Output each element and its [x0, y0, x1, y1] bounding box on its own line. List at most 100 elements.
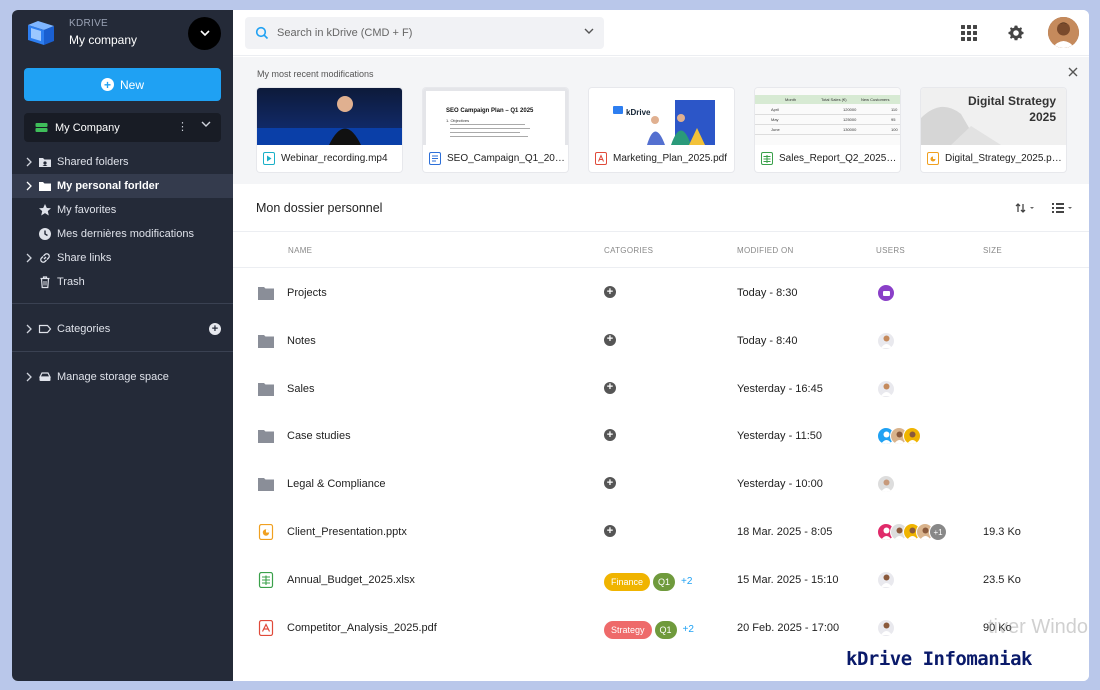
- column-header-users[interactable]: USERS: [876, 246, 905, 255]
- add-category-icon[interactable]: +: [604, 477, 616, 490]
- gear-icon[interactable]: [1007, 24, 1025, 42]
- user-avatar-more[interactable]: +1: [929, 523, 947, 541]
- column-header-modified[interactable]: MODIFIED ON: [737, 246, 794, 255]
- category-tag[interactable]: Finance: [604, 572, 651, 591]
- add-category-icon[interactable]: +: [209, 323, 221, 335]
- table-row[interactable]: Annual_Budget_2025.xlsx Finance Q1 +2 15…: [233, 556, 1089, 604]
- recent-modifications-panel: My most recent modifications Webinar_rec…: [233, 57, 1089, 184]
- file-name[interactable]: Competitor_Analysis_2025.pdf: [287, 622, 437, 634]
- sidebar-item-personal-folder[interactable]: My personal forlder: [12, 174, 233, 198]
- categories-cell: +: [604, 381, 616, 394]
- windows-activation-watermark: tiver Windo: [988, 616, 1089, 638]
- file-name[interactable]: Client_Presentation.pptx: [287, 526, 407, 538]
- chevron-right-icon[interactable]: [24, 156, 34, 168]
- chevron-right-icon[interactable]: [24, 180, 34, 192]
- user-avatar[interactable]: [877, 379, 895, 398]
- user-avatar[interactable]: [877, 331, 895, 350]
- category-tag[interactable]: Strategy: [604, 620, 652, 639]
- sidebar-item-trash[interactable]: Trash: [12, 270, 233, 294]
- drive-icon: [35, 123, 48, 132]
- file-name[interactable]: Annual_Budget_2025.xlsx: [287, 574, 415, 586]
- add-category-icon[interactable]: +: [604, 286, 616, 298]
- presentation-file-icon: [258, 524, 274, 540]
- user-avatar[interactable]: [877, 475, 895, 494]
- column-header-name[interactable]: NAME: [288, 246, 312, 255]
- recent-file-card[interactable]: Digital Strategy 2025 Digital_Strategy_2…: [921, 88, 1066, 172]
- search-input[interactable]: [277, 23, 567, 43]
- more-options-icon[interactable]: ⋮: [177, 120, 188, 133]
- modified-date: Today - 8:40: [737, 334, 798, 347]
- recent-file-card[interactable]: SEO Campaign Plan – Q1 2025 1. Objective…: [423, 88, 568, 172]
- table-row[interactable]: Legal & Compliance + Yesterday - 10:00: [233, 460, 1089, 508]
- sheet-cell: 125000: [843, 117, 857, 122]
- add-category-icon[interactable]: +: [604, 333, 616, 346]
- add-category-icon[interactable]: +: [604, 381, 616, 394]
- folder-icon: [258, 382, 274, 396]
- sidebar-item-label: My personal forlder: [57, 180, 160, 192]
- drive-selector[interactable]: My Company ⋮: [24, 113, 221, 142]
- categories-cell: +: [604, 333, 616, 346]
- chevron-down-icon[interactable]: [201, 121, 211, 128]
- sort-icon[interactable]: [1015, 202, 1037, 214]
- recent-file-card[interactable]: Webinar_recording.mp4: [257, 88, 402, 172]
- category-tag[interactable]: Q1: [653, 572, 676, 591]
- close-icon[interactable]: [1067, 66, 1079, 78]
- sidebar: KDRIVE My company + New My Company ⋮ Sha…: [12, 10, 233, 681]
- chevron-down-icon[interactable]: [584, 28, 594, 35]
- table-row[interactable]: Notes + Today - 8:40: [233, 317, 1089, 365]
- user-avatar[interactable]: [877, 570, 895, 589]
- account-menu-button[interactable]: [188, 17, 221, 50]
- list-view-icon[interactable]: [1051, 202, 1075, 214]
- table-row[interactable]: Competitor_Analysis_2025.pdf Strategy Q1…: [233, 604, 1089, 652]
- storage-icon: [39, 372, 51, 381]
- categories-cell: +: [604, 525, 616, 537]
- company-name: My company: [69, 33, 138, 47]
- user-avatar[interactable]: [877, 284, 895, 302]
- sidebar-item-share-links[interactable]: Share links: [12, 246, 233, 270]
- table-row[interactable]: Projects + Today - 8:30: [233, 269, 1089, 317]
- thumbnail-brand: kDrive: [626, 108, 651, 117]
- presentation-thumbnail: Digital Strategy 2025: [921, 88, 1066, 145]
- table-row[interactable]: Case studies + Yesterday - 11:50: [233, 412, 1089, 460]
- sidebar-item-shared-folders[interactable]: Shared folders: [12, 150, 233, 174]
- new-button[interactable]: + New: [24, 68, 221, 101]
- recent-file-card[interactable]: Month Total Sales (€) New Customers Apri…: [755, 88, 900, 172]
- sidebar-item-categories[interactable]: Categories +: [12, 317, 233, 341]
- apps-grid-icon[interactable]: [960, 24, 978, 42]
- user-avatar[interactable]: [903, 427, 921, 446]
- user-avatar[interactable]: [1048, 17, 1079, 48]
- sidebar-item-favorites[interactable]: My favorites: [12, 198, 233, 222]
- column-header-categories[interactable]: CATGORIES: [604, 246, 653, 255]
- sheet-header: Total Sales (€): [821, 97, 847, 102]
- search-bar[interactable]: [245, 17, 604, 49]
- recent-file-card[interactable]: kDrive Marketing_Plan_2025.pdf: [589, 88, 734, 172]
- user-avatar[interactable]: [877, 618, 895, 637]
- chevron-right-icon[interactable]: [24, 323, 34, 335]
- brand-overlay-text: kDrive Infomaniak: [846, 648, 1032, 670]
- more-categories-count[interactable]: +2: [678, 573, 695, 591]
- table-row[interactable]: Sales + Yesterday - 16:45: [233, 365, 1089, 413]
- file-name[interactable]: Sales: [287, 383, 315, 395]
- chevron-right-icon[interactable]: [24, 371, 34, 383]
- sidebar-item-storage[interactable]: Manage storage space: [12, 365, 233, 389]
- chevron-right-icon[interactable]: [24, 252, 34, 264]
- chevron-down-icon: [199, 30, 210, 37]
- file-name[interactable]: Projects: [287, 287, 327, 299]
- recent-file-name: Marketing_Plan_2025.pdf: [613, 153, 727, 164]
- add-category-icon[interactable]: +: [604, 525, 616, 537]
- users-cell: [877, 379, 895, 398]
- thumbnail-year: 2025: [1029, 110, 1056, 124]
- column-header-size[interactable]: SIZE: [983, 246, 1002, 255]
- thumbnail-title: SEO Campaign Plan – Q1 2025: [446, 108, 534, 114]
- more-categories-count[interactable]: +2: [680, 621, 697, 639]
- sheet-cell: May: [771, 117, 779, 122]
- file-name[interactable]: Case studies: [287, 430, 351, 442]
- sidebar-item-recent-modifications[interactable]: Mes dernières modifications: [12, 222, 233, 246]
- category-tag[interactable]: Q1: [654, 620, 677, 639]
- add-category-icon[interactable]: +: [604, 429, 616, 442]
- video-thumbnail: [257, 88, 402, 145]
- table-row[interactable]: Client_Presentation.pptx + 18 Mar. 2025 …: [233, 508, 1089, 556]
- file-name[interactable]: Notes: [287, 335, 316, 347]
- link-icon: [40, 253, 50, 263]
- file-name[interactable]: Legal & Compliance: [287, 478, 385, 490]
